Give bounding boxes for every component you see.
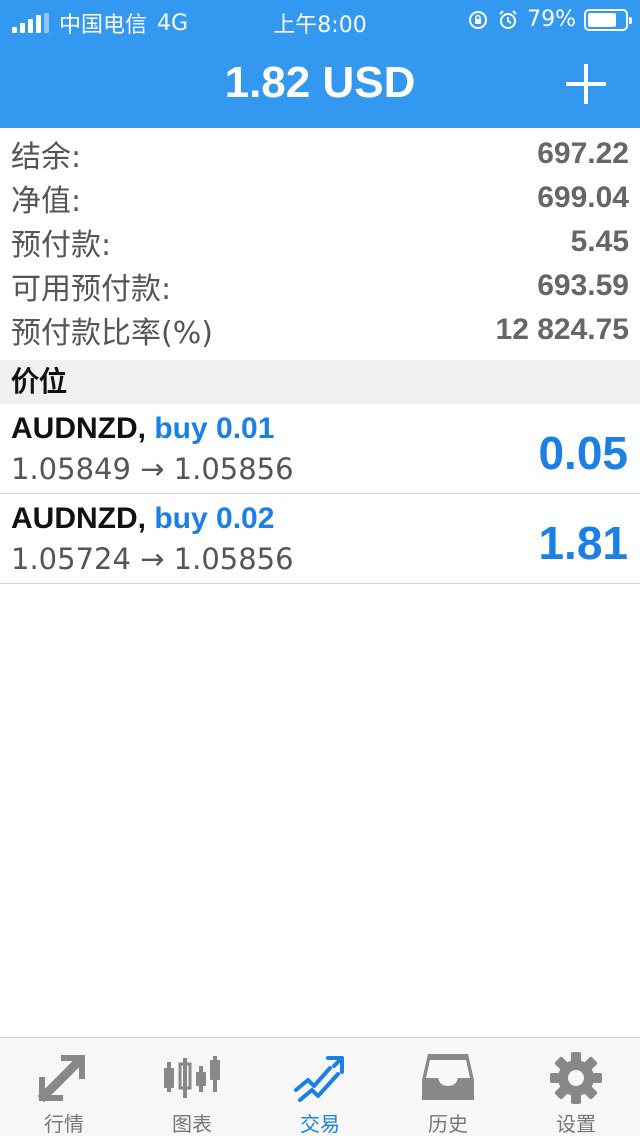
position-profit: 0.05 — [538, 427, 628, 479]
summary-value: 5.45 — [570, 225, 629, 258]
tab-label: 交易 — [300, 1112, 340, 1136]
tab-quotes[interactable]: 行情 — [0, 1038, 128, 1136]
tab-label: 设置 — [556, 1112, 596, 1136]
tab-bar: 行情 图表 交易 历史 设置 — [0, 1037, 640, 1136]
summary-row: 可用预付款: 693.59 — [0, 264, 640, 308]
tab-label: 行情 — [44, 1112, 84, 1136]
position-side: buy 0.02 — [154, 502, 275, 535]
summary-label: 净值: — [11, 184, 82, 219]
summary-row: 预付款: 5.45 — [0, 220, 640, 264]
battery-icon — [584, 8, 632, 31]
summary-row: 预付款比率(%) 12 824.75 — [0, 308, 640, 352]
tab-history[interactable]: 历史 — [384, 1038, 512, 1136]
position-symbol: AUDNZD, — [11, 502, 146, 535]
top-bar: 中国电信 4G 上午8:00 79% 1.82 USD — [0, 0, 640, 128]
candlestick-chart-icon — [164, 1056, 220, 1098]
position-symbol: AUDNZD, — [11, 412, 146, 445]
tab-charts[interactable]: 图表 — [128, 1038, 256, 1136]
position-profit: 1.81 — [538, 517, 628, 569]
position-prices: 1.05724 → 1.05856 — [11, 542, 294, 576]
summary-value: 699.04 — [537, 181, 629, 214]
tab-label: 图表 — [172, 1112, 212, 1136]
position-row[interactable]: AUDNZD, buy 0.01 1.05849 → 1.05856 0.05 — [0, 404, 640, 494]
tab-trade[interactable]: 交易 — [256, 1038, 384, 1136]
tab-label: 历史 — [428, 1112, 468, 1136]
summary-value: 12 824.75 — [495, 313, 629, 346]
summary-label: 结余: — [11, 140, 82, 175]
position-title: AUDNZD, buy 0.02 — [11, 502, 274, 536]
battery-percent: 79% — [527, 7, 576, 32]
plus-icon[interactable] — [566, 64, 606, 104]
summary-label: 预付款比率(%) — [11, 316, 213, 351]
position-row[interactable]: AUDNZD, buy 0.02 1.05724 → 1.05856 1.81 — [0, 494, 640, 584]
summary-row: 净值: 699.04 — [0, 176, 640, 220]
summary-label: 可用预付款: — [11, 272, 172, 307]
tab-settings[interactable]: 设置 — [512, 1038, 640, 1136]
position-side: buy 0.01 — [154, 412, 275, 445]
summary-row: 结余: 697.22 — [0, 132, 640, 176]
position-prices: 1.05849 → 1.05856 — [11, 452, 294, 486]
summary-value: 693.59 — [537, 269, 629, 302]
alarm-icon — [499, 9, 517, 29]
orientation-lock-icon — [469, 10, 488, 29]
history-inbox-icon — [422, 1054, 474, 1100]
section-header-positions: 价位 — [0, 360, 640, 404]
account-summary: 结余: 697.22 净值: 699.04 预付款: 5.45 可用预付款: 693.… — [0, 132, 640, 352]
status-bar: 中国电信 4G 上午8:00 79% — [0, 0, 640, 40]
quotes-arrows-icon — [37, 1055, 85, 1103]
page-title: 1.82 USD — [224, 58, 416, 107]
position-title: AUDNZD, buy 0.01 — [11, 412, 274, 446]
trade-trend-icon — [294, 1056, 344, 1102]
summary-label: 预付款: — [11, 228, 112, 263]
settings-gear-icon — [550, 1052, 602, 1104]
positions-list: AUDNZD, buy 0.01 1.05849 → 1.05856 0.05 … — [0, 404, 640, 584]
summary-value: 697.22 — [537, 137, 629, 170]
